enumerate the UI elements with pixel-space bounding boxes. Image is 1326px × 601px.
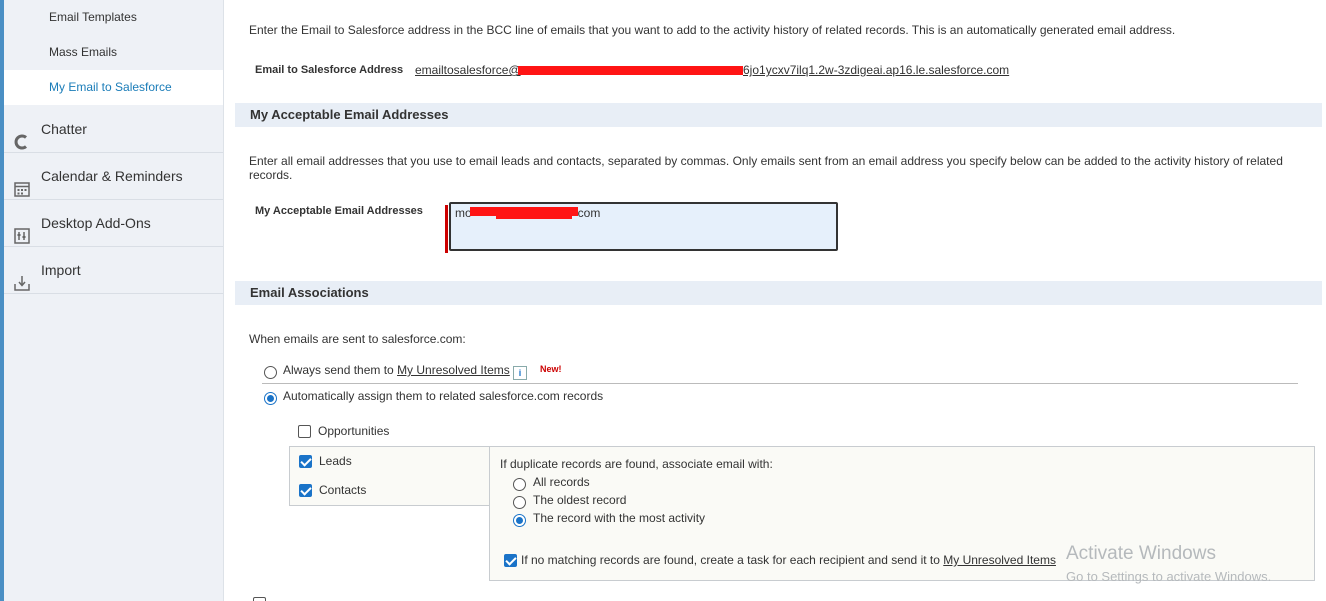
- email-address-end[interactable]: 6jo1ycxv7ilq1.2w-3zdigeai.ap16.le.salesf…: [743, 63, 1009, 77]
- acceptable-field-label: My Acceptable Email Addresses: [255, 205, 423, 217]
- redaction-mark: [518, 66, 743, 75]
- acceptable-description: Enter all email addresses that you use t…: [249, 154, 1283, 182]
- new-badge: New!: [540, 364, 562, 374]
- main-content: Enter the Email to Salesforce address in…: [224, 0, 1326, 601]
- no-match-label: If no matching records are found, create…: [521, 553, 1056, 567]
- divider: [262, 383, 1298, 384]
- leads-label: Leads: [319, 454, 352, 468]
- intro-text: Enter the Email to Salesforce address in…: [249, 23, 1176, 37]
- radio-oldest-record[interactable]: [513, 496, 526, 509]
- sidebar-item-my-email-to-salesforce[interactable]: My Email to Salesforce: [4, 70, 223, 105]
- radio-most-activity[interactable]: [513, 514, 526, 527]
- sidebar: Email Templates Mass Emails My Email to …: [0, 0, 224, 601]
- duplicate-heading: If duplicate records are found, associat…: [500, 457, 773, 471]
- my-unresolved-items-link-2[interactable]: My Unresolved Items: [943, 553, 1056, 567]
- dup-option-most-activity: The record with the most activity: [533, 511, 706, 525]
- info-icon[interactable]: i: [513, 366, 527, 380]
- activate-windows-title: Activate Windows: [1066, 543, 1216, 564]
- sidebar-item-chatter[interactable]: Chatter: [4, 106, 223, 153]
- sidebar-item-email-templates[interactable]: Email Templates: [4, 0, 223, 35]
- desktop-addons-icon: [14, 216, 30, 244]
- chatter-icon: [14, 122, 30, 150]
- calendar-icon: [14, 169, 30, 197]
- option-always-label: Always send them to My Unresolved Items: [283, 363, 510, 377]
- activate-windows-subtitle: Go to Settings to activate Windows.: [1066, 569, 1272, 584]
- dup-option-oldest: The oldest record: [533, 493, 627, 507]
- email-address-start: emailtosalesforce@: [415, 63, 521, 77]
- email-address-label: Email to Salesforce Address: [255, 64, 404, 76]
- checkbox-leads[interactable]: [299, 455, 312, 468]
- section-heading-associations: Email Associations: [235, 281, 1322, 305]
- redaction-mark: [496, 215, 572, 219]
- sidebar-item-import[interactable]: Import: [4, 247, 223, 294]
- contacts-label: Contacts: [319, 483, 367, 497]
- sidebar-item-mass-emails[interactable]: Mass Emails: [4, 35, 223, 70]
- email-address-value[interactable]: emailtosalesforce@: [415, 63, 521, 77]
- import-icon: [14, 263, 30, 291]
- radio-always-send[interactable]: [264, 366, 277, 379]
- opportunities-label: Opportunities: [318, 424, 390, 438]
- my-unresolved-items-link[interactable]: My Unresolved Items: [397, 363, 510, 377]
- checkbox-no-match-task[interactable]: [504, 554, 517, 567]
- sidebar-item-label: Desktop Add-Ons: [41, 215, 151, 231]
- section-heading-acceptable: My Acceptable Email Addresses: [235, 103, 1322, 127]
- radio-auto-assign[interactable]: [264, 392, 277, 405]
- sidebar-item-label: Chatter: [41, 121, 87, 137]
- checkbox-partial-bottom[interactable]: [253, 597, 266, 601]
- dup-option-all: All records: [533, 475, 590, 489]
- sidebar-item-label: Import: [41, 262, 81, 278]
- checkbox-opportunities[interactable]: [298, 425, 311, 438]
- checkbox-contacts[interactable]: [299, 484, 312, 497]
- radio-all-records[interactable]: [513, 478, 526, 491]
- when-emails-text: When emails are sent to salesforce.com:: [249, 332, 466, 346]
- sidebar-item-label: Calendar & Reminders: [41, 168, 183, 184]
- required-indicator: [445, 205, 448, 253]
- option-auto-label: Automatically assign them to related sal…: [283, 389, 604, 403]
- sidebar-item-calendar[interactable]: Calendar & Reminders: [4, 153, 223, 200]
- sidebar-item-desktop-addons[interactable]: Desktop Add-Ons: [4, 200, 223, 247]
